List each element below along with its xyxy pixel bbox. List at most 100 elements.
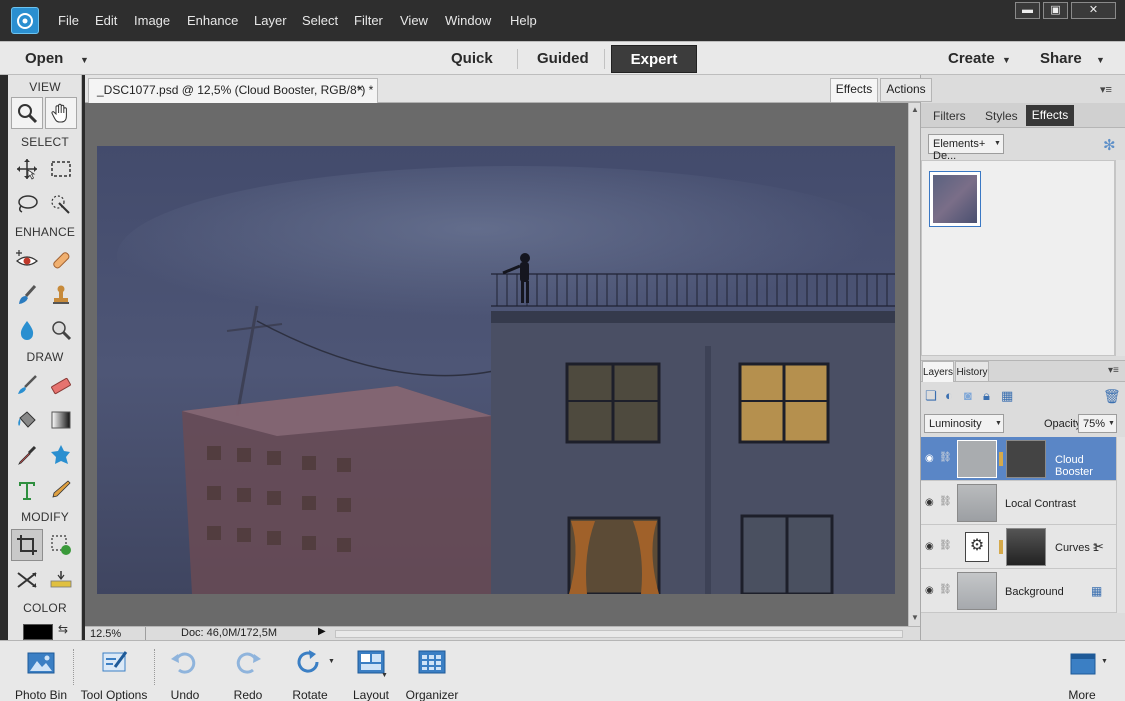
- clip-icon[interactable]: ✂︎: [1093, 539, 1104, 555]
- visibility-eye-icon[interactable]: ◉: [925, 453, 934, 464]
- layer-mask-icon[interactable]: ◙: [964, 388, 972, 403]
- layer-row-local-contrast[interactable]: ◉ ⛓︎ Local Contrast: [921, 481, 1116, 525]
- quick-selection-icon[interactable]: [45, 188, 77, 220]
- lasso-icon[interactable]: [11, 188, 43, 220]
- panel-menu-icon[interactable]: ▾≡: [1100, 83, 1112, 96]
- opacity-input[interactable]: 75% ▼: [1078, 414, 1117, 433]
- tab-quick[interactable]: Quick: [451, 50, 493, 67]
- rotate-icon[interactable]: [295, 649, 323, 675]
- organizer-label[interactable]: Organizer: [402, 688, 462, 701]
- effects-scrollbar[interactable]: [1115, 160, 1125, 356]
- menu-window[interactable]: Window: [445, 13, 491, 28]
- red-eye-icon[interactable]: [11, 244, 43, 276]
- zoom-icon[interactable]: [11, 97, 43, 129]
- document-tab[interactable]: _DSC1077.psd @ 12,5% (Cloud Booster, RGB…: [88, 78, 378, 103]
- visibility-eye-icon[interactable]: ◉: [925, 541, 934, 552]
- rotate-label[interactable]: Rotate: [288, 688, 332, 701]
- recompose-icon[interactable]: [45, 529, 77, 561]
- new-layer-icon[interactable]: ❏: [925, 388, 937, 404]
- layer-row-curves[interactable]: ◉ ⛓︎ ⚙ Curves 1 ✂︎: [921, 525, 1116, 569]
- horizontal-scrollbar[interactable]: [335, 630, 903, 638]
- create-button[interactable]: Create: [948, 50, 995, 67]
- clone-stamp-icon[interactable]: [45, 279, 77, 311]
- spot-healing-icon[interactable]: [45, 244, 77, 276]
- undo-icon[interactable]: [170, 649, 198, 675]
- type-icon[interactable]: [11, 474, 43, 506]
- link-icon[interactable]: ⛓︎: [939, 584, 952, 595]
- tab-expert[interactable]: Expert: [611, 45, 697, 73]
- move-icon[interactable]: [11, 153, 43, 185]
- scroll-up-icon[interactable]: ▲: [911, 105, 919, 114]
- effects-category-dropdown[interactable]: Elements+ De... ▼: [928, 134, 1004, 162]
- brush-icon[interactable]: [11, 369, 43, 401]
- menu-enhance[interactable]: Enhance: [187, 13, 238, 28]
- layout-dropdown-icon[interactable]: ▼: [381, 672, 388, 679]
- link-icon[interactable]: ⛓︎: [939, 452, 952, 463]
- effect-thumbnail[interactable]: [929, 171, 981, 227]
- menu-view[interactable]: View: [400, 13, 428, 28]
- tab-layers[interactable]: Layers: [922, 361, 954, 382]
- link-icon[interactable]: ⛓︎: [939, 496, 952, 507]
- eraser-icon[interactable]: [45, 369, 77, 401]
- subtab-styles[interactable]: Styles: [985, 109, 1018, 123]
- visibility-eye-icon[interactable]: ◉: [925, 497, 934, 508]
- status-menu-arrow-icon[interactable]: ▶: [318, 626, 326, 637]
- crop-icon[interactable]: [11, 529, 43, 561]
- straighten-icon[interactable]: [45, 564, 77, 596]
- maximize-button[interactable]: ▣: [1043, 2, 1068, 19]
- pencil-icon[interactable]: [45, 474, 77, 506]
- open-button[interactable]: Open: [25, 50, 63, 67]
- scroll-down-icon[interactable]: ▼: [911, 613, 919, 622]
- photo-bin-label[interactable]: Photo Bin: [14, 688, 68, 701]
- custom-shape-icon[interactable]: [45, 439, 77, 471]
- paint-bucket-icon[interactable]: [11, 404, 43, 436]
- tool-options-icon[interactable]: [101, 649, 129, 675]
- organizer-icon[interactable]: [418, 649, 446, 675]
- minimize-button[interactable]: ▬: [1015, 2, 1040, 19]
- lock-icon[interactable]: 🔒︎: [983, 388, 990, 404]
- smart-brush-icon[interactable]: [11, 279, 43, 311]
- menu-filter[interactable]: Filter: [354, 13, 383, 28]
- tab-history[interactable]: History: [955, 361, 989, 382]
- link-icon[interactable]: ⛓︎: [939, 540, 952, 551]
- menu-select[interactable]: Select: [302, 13, 338, 28]
- subtab-filters[interactable]: Filters: [933, 109, 966, 123]
- redo-icon[interactable]: [234, 649, 262, 675]
- panel-tab-actions[interactable]: Actions: [880, 78, 932, 102]
- canvas-area[interactable]: [85, 103, 908, 626]
- more-panels-icon[interactable]: [1070, 652, 1098, 676]
- lock-transparency-icon[interactable]: ▦: [1001, 388, 1013, 404]
- tool-options-label[interactable]: Tool Options: [78, 688, 150, 701]
- menu-edit[interactable]: Edit: [95, 13, 117, 28]
- layers-scrollbar[interactable]: [1116, 437, 1125, 613]
- rotate-dropdown-icon[interactable]: ▼: [328, 658, 335, 665]
- create-dropdown-icon[interactable]: ▼: [1002, 55, 1011, 65]
- visibility-eye-icon[interactable]: ◉: [925, 585, 934, 596]
- more-label[interactable]: More: [1062, 688, 1102, 701]
- layout-label[interactable]: Layout: [348, 688, 394, 701]
- foreground-color-swatch[interactable]: [23, 624, 53, 640]
- vertical-scrollbar[interactable]: ▲ ▼: [908, 103, 920, 626]
- redo-label[interactable]: Redo: [228, 688, 268, 701]
- layer-row-cloud-booster[interactable]: ◉ ⛓︎ Cloud Booster: [921, 437, 1116, 481]
- photo-bin-icon[interactable]: [27, 649, 55, 675]
- adjustment-layer-icon[interactable]: ◐: [945, 388, 953, 403]
- gear-icon[interactable]: ✻: [1103, 136, 1116, 154]
- layer-row-background[interactable]: ◉ ⛓︎ Background ▦: [921, 569, 1116, 613]
- layers-menu-icon[interactable]: ▾≡: [1108, 365, 1119, 376]
- more-dropdown-icon[interactable]: ▼: [1101, 658, 1108, 665]
- open-dropdown-icon[interactable]: ▼: [80, 55, 89, 65]
- sponge-icon[interactable]: [45, 314, 77, 346]
- share-dropdown-icon[interactable]: ▼: [1096, 55, 1105, 65]
- undo-label[interactable]: Undo: [165, 688, 205, 701]
- panel-tab-effects[interactable]: Effects: [830, 78, 878, 102]
- share-button[interactable]: Share: [1040, 50, 1082, 67]
- content-aware-move-icon[interactable]: [11, 564, 43, 596]
- menu-help[interactable]: Help: [510, 13, 537, 28]
- tab-guided[interactable]: Guided: [537, 50, 589, 67]
- menu-image[interactable]: Image: [134, 13, 170, 28]
- blend-mode-dropdown[interactable]: Luminosity ▼: [924, 414, 1004, 433]
- swap-colors-icon[interactable]: ⇆: [58, 622, 68, 636]
- subtab-effects[interactable]: Effects: [1026, 105, 1074, 126]
- document-close-icon[interactable]: ×: [357, 83, 363, 95]
